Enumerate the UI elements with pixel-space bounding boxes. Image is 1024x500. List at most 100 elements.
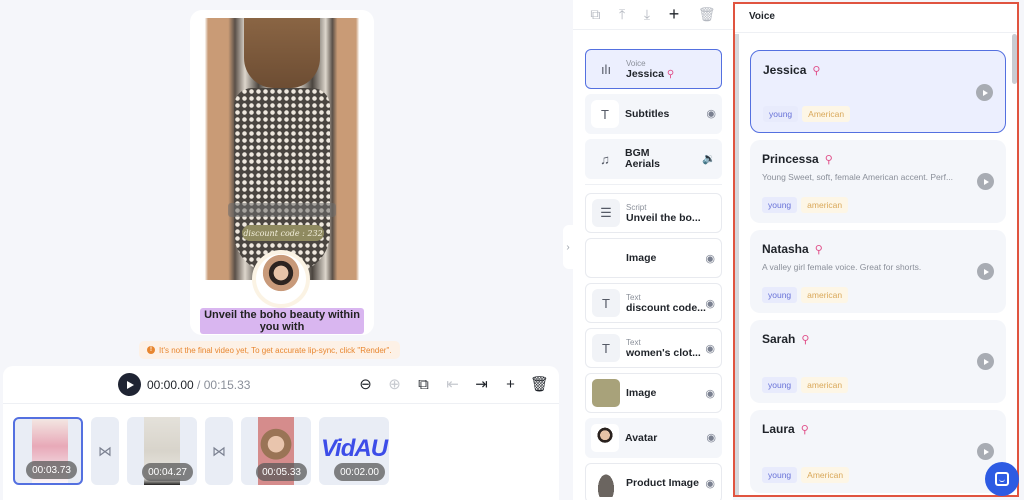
layer-script[interactable]: ☰ Script Unveil the bo... xyxy=(585,193,722,233)
zoom-out-icon[interactable]: ⊖ xyxy=(356,374,375,394)
voice-name: Sarah ⚲ xyxy=(762,332,994,346)
panel-edge xyxy=(735,34,739,495)
add-icon[interactable]: + xyxy=(501,374,520,394)
waveform-icon: ılı xyxy=(600,61,612,77)
copy-icon[interactable]: ⧉ xyxy=(590,6,600,23)
layer-name: Aerials xyxy=(625,158,661,170)
voice-description xyxy=(762,442,972,452)
voice-card-natasha[interactable]: Natasha ⚲ A valley girl female voice. Gre… xyxy=(750,230,1006,313)
tag-age: young xyxy=(763,106,799,122)
layer-image[interactable]: Image ◉ xyxy=(585,238,722,278)
eye-icon[interactable]: ◉ xyxy=(705,297,715,310)
voice-name-text: Natasha xyxy=(762,242,809,256)
eye-icon[interactable]: ◉ xyxy=(705,252,715,265)
play-sample-button[interactable] xyxy=(977,353,994,370)
music-icon: ♫ xyxy=(600,151,610,167)
layer-text-discount[interactable]: T Text discount code... ◉ xyxy=(585,283,722,323)
collapse-panel-button[interactable]: › xyxy=(563,225,573,269)
play-sample-button[interactable] xyxy=(977,173,994,190)
delete-icon[interactable]: 🗑 xyxy=(530,374,549,394)
add-icon[interactable]: + xyxy=(669,4,680,25)
zoom-in-icon[interactable]: ⊕ xyxy=(385,374,404,394)
duplicate-icon[interactable]: ⧉ xyxy=(414,374,433,394)
layer-text-womens[interactable]: T Text women's clot... ◉ xyxy=(585,328,722,368)
eye-icon[interactable]: ◉ xyxy=(705,342,715,355)
layer-avatar[interactable]: Avatar ◉ xyxy=(585,418,722,458)
color-swatch xyxy=(592,379,620,407)
layer-voice[interactable]: ılı Voice Jessica ⚲ xyxy=(585,49,722,89)
delete-icon[interactable]: 🗑 xyxy=(698,6,716,23)
female-icon: ⚲ xyxy=(800,424,809,436)
scrollbar[interactable] xyxy=(1012,34,1017,84)
layer-product-image[interactable]: Product Image ◉ xyxy=(585,463,722,500)
subtitle-overlay[interactable]: Unveil the boho beauty within you with xyxy=(200,308,364,334)
clip-1[interactable]: 00:03.73 xyxy=(13,417,83,485)
clip-duration: 00:04.27 xyxy=(142,463,193,481)
model-hair xyxy=(244,18,320,88)
voice-name: Jessica ⚲ xyxy=(763,63,993,77)
tag-age: young xyxy=(762,467,798,483)
layer-name: Image xyxy=(626,251,657,264)
playback-time: 00:00.00 / 00:15.33 xyxy=(147,378,250,392)
layer-name: women's clot... xyxy=(626,347,701,359)
layer-name: Product Image xyxy=(626,476,699,489)
product-thumbnail xyxy=(592,469,620,497)
voice-card-laura[interactable]: Laura ⚲ young American xyxy=(750,410,1006,493)
layer-name: Subtitles xyxy=(625,107,670,120)
voice-name-text: Princessa xyxy=(762,152,819,166)
video-preview[interactable]: discount code : 232 Unveil the boho beau… xyxy=(190,10,374,335)
layer-subtitles[interactable]: T Subtitles ◉ xyxy=(585,94,722,134)
voice-name-text: Sarah xyxy=(762,332,796,346)
layer-name: Jessica ⚲ xyxy=(626,69,674,81)
align-top-icon[interactable]: ⤒ xyxy=(619,6,625,23)
tag-accent: american xyxy=(801,287,849,303)
layer-name: Avatar xyxy=(625,431,658,444)
eye-icon[interactable]: ◉ xyxy=(706,107,716,120)
voice-description xyxy=(763,83,973,93)
script-icon: ☰ xyxy=(592,199,620,227)
layer-image-swatch[interactable]: Image ◉ xyxy=(585,373,722,413)
split-left-icon[interactable]: ⇤ xyxy=(443,374,462,394)
female-icon: ⚲ xyxy=(812,65,821,77)
play-sample-button[interactable] xyxy=(977,443,994,460)
total-time: 00:15.33 xyxy=(203,378,251,392)
overlay-text-womens-clothing[interactable] xyxy=(228,203,336,217)
tag-accent: american xyxy=(801,377,849,393)
voice-tags: young American xyxy=(762,467,850,483)
layer-name: Image xyxy=(626,386,657,399)
voice-card-princessa[interactable]: Princessa ⚲ Young Sweet, soft, female Ame… xyxy=(750,140,1006,223)
clip-3[interactable]: 00:05.33 xyxy=(241,417,311,485)
voice-card-jessica[interactable]: Jessica ⚲ young American xyxy=(750,50,1006,133)
voice-tags: young american xyxy=(762,377,849,393)
voice-card-sarah[interactable]: Sarah ⚲ young american xyxy=(750,320,1006,403)
transition-icon[interactable]: ⋈ xyxy=(205,417,233,485)
avatar-overlay[interactable] xyxy=(252,250,310,308)
split-right-icon[interactable]: ⇥ xyxy=(472,374,491,394)
tag-age: young xyxy=(762,287,798,303)
transition-icon[interactable]: ⋈ xyxy=(91,417,119,485)
timeline-panel: 00:00.00 / 00:15.33 ⊖ ⊕ ⧉ ⇤ ⇥ + 🗑 00:03.… xyxy=(3,366,559,500)
avatar-face xyxy=(256,254,306,304)
chevron-right-icon: › xyxy=(566,241,570,253)
chat-support-button[interactable] xyxy=(985,462,1019,496)
play-sample-button[interactable] xyxy=(977,263,994,280)
clip-2[interactable]: 00:04.27 xyxy=(127,417,197,485)
tag-accent: american xyxy=(801,197,849,213)
voice-description xyxy=(762,352,972,362)
discount-code-overlay[interactable]: discount code : 232 xyxy=(242,225,324,241)
eye-icon[interactable]: ◉ xyxy=(706,431,716,444)
eye-icon[interactable]: ◉ xyxy=(705,477,715,490)
play-button[interactable] xyxy=(118,373,141,396)
align-bottom-icon[interactable]: ⤓ xyxy=(644,6,650,23)
time-separator: / xyxy=(193,378,204,392)
tag-accent: American xyxy=(802,106,851,122)
voice-description: Young Sweet, soft, female American accen… xyxy=(762,172,954,182)
play-sample-button[interactable] xyxy=(976,84,993,101)
eye-icon[interactable]: ◉ xyxy=(705,387,715,400)
volume-icon[interactable]: 🔉 xyxy=(702,152,716,165)
clip-4[interactable]: VidAU 00:02.00 xyxy=(319,417,389,485)
text-icon: T xyxy=(592,289,620,317)
layer-list: ılı Voice Jessica ⚲ T Subtitles ◉ ♫ BGM Ae… xyxy=(585,49,722,500)
text-icon: T xyxy=(592,334,620,362)
layer-bgm[interactable]: ♫ BGM Aerials 🔉 xyxy=(585,139,722,179)
